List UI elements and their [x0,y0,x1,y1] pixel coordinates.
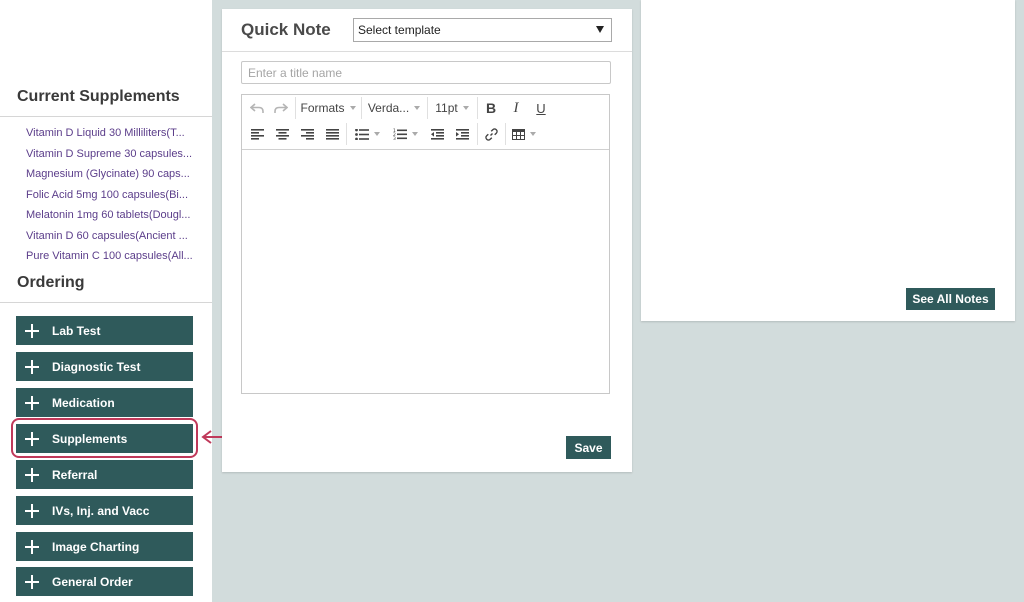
outdent-icon [430,128,444,140]
plus-icon [25,503,39,518]
toolbar-separator [477,123,478,145]
font-family-dropdown[interactable]: Verda... [364,97,424,119]
align-left-icon [250,128,264,140]
bullet-list-icon [354,128,369,140]
formats-label: Formats [300,101,345,115]
template-select[interactable]: Select template [353,18,612,42]
font-size-label: 11pt [435,101,458,115]
sidebar: Current Supplements Vitamin D Liquid 30 … [0,0,212,602]
toolbar-separator [361,97,362,119]
redo-button[interactable] [270,97,292,119]
button-label: IVs, Inj. and Vacc [52,503,150,518]
caret-down-icon [411,132,418,136]
bold-button[interactable]: B [480,97,502,119]
plus-icon [25,539,39,554]
notes-panel: See All Notes [641,0,1015,321]
toolbar-separator [505,123,506,145]
supplement-link[interactable]: Pure Vitamin C 100 capsules(All... [26,246,193,267]
bullet-list-button[interactable] [350,123,384,145]
formats-dropdown[interactable]: Formats [298,97,358,119]
align-left-button[interactable] [246,123,268,145]
ordering-title: Ordering [17,274,85,291]
align-center-icon [275,128,289,140]
plus-icon [25,323,39,338]
indent-icon [455,128,469,140]
undo-icon [250,103,264,113]
current-supplements-title: Current Supplements [17,88,180,105]
supplement-link[interactable]: Magnesium (Glycinate) 90 caps... [26,164,193,185]
caret-down-icon [373,132,380,136]
align-right-icon [300,128,314,140]
button-label: Image Charting [52,539,140,554]
supplement-link[interactable]: Folic Acid 5mg 100 capsules(Bi... [26,185,193,206]
caret-down-icon [596,26,604,33]
button-label: General Order [52,574,133,589]
image-charting-button[interactable]: Image Charting [16,532,193,561]
save-button[interactable]: Save [566,436,611,459]
font-size-dropdown[interactable]: 11pt [430,97,474,119]
general-order-button[interactable]: General Order [16,567,193,596]
caret-down-icon [462,106,469,110]
numbered-list-button[interactable]: 1 2 3 [388,123,422,145]
outdent-button[interactable] [426,123,448,145]
button-label: Diagnostic Test [52,359,141,374]
plus-icon [25,395,39,410]
numbered-list-icon: 1 2 3 [393,128,407,140]
supplement-link[interactable]: Vitamin D Liquid 30 Milliliters(T... [26,123,193,144]
supplement-link[interactable]: Vitamin D 60 capsules(Ancient ... [26,226,193,247]
quick-note-card: Quick Note Select template Forma [222,9,632,472]
title-name-input[interactable] [241,61,611,84]
ivs-inj-vacc-button[interactable]: IVs, Inj. and Vacc [16,496,193,525]
italic-button[interactable]: I [505,97,527,119]
supplement-link[interactable]: Vitamin D Supreme 30 capsules... [26,144,193,165]
template-select-value: Select template [358,23,441,37]
referral-button[interactable]: Referral [16,460,193,489]
plus-icon [25,359,39,374]
svg-text:3: 3 [393,136,396,140]
rich-text-editor: Formats Verda... 11pt B I U 1 2 3 [241,94,610,394]
insert-link-button[interactable] [480,123,502,145]
insert-table-button[interactable] [508,123,540,145]
button-label: Referral [52,467,98,482]
editor-content-area[interactable] [242,150,609,393]
diagnostic-test-button[interactable]: Diagnostic Test [16,352,193,381]
align-justify-icon [325,128,339,140]
caret-down-icon [530,132,536,136]
caret-down-icon [414,106,421,110]
highlight-outline [11,418,198,458]
undo-button[interactable] [246,97,268,119]
caret-down-icon [349,106,356,110]
toolbar-separator [295,97,296,119]
link-icon [484,127,498,141]
button-label: Lab Test [52,323,101,338]
toolbar-separator [477,97,478,119]
toolbar-separator [427,97,428,119]
button-label: Medication [52,395,115,410]
redo-icon [274,103,288,113]
card-divider [222,51,632,52]
underline-button[interactable]: U [530,97,552,119]
supplement-link[interactable]: Melatonin 1mg 60 tablets(Dougl... [26,205,193,226]
plus-icon [25,574,39,589]
justify-button[interactable] [321,123,343,145]
supplement-list: Vitamin D Liquid 30 Milliliters(T... Vit… [26,123,193,267]
font-family-label: Verda... [367,101,410,115]
quick-note-title: Quick Note [241,20,331,39]
indent-button[interactable] [451,123,473,145]
medication-button[interactable]: Medication [16,388,193,417]
align-right-button[interactable] [296,123,318,145]
section-divider [0,302,212,303]
table-icon [512,128,525,140]
plus-icon [25,467,39,482]
see-all-notes-button[interactable]: See All Notes [906,288,995,310]
align-center-button[interactable] [271,123,293,145]
editor-toolbar: Formats Verda... 11pt B I U 1 2 3 [242,95,609,150]
section-divider [0,116,212,117]
toolbar-separator [346,123,347,145]
lab-test-button[interactable]: Lab Test [16,316,193,345]
